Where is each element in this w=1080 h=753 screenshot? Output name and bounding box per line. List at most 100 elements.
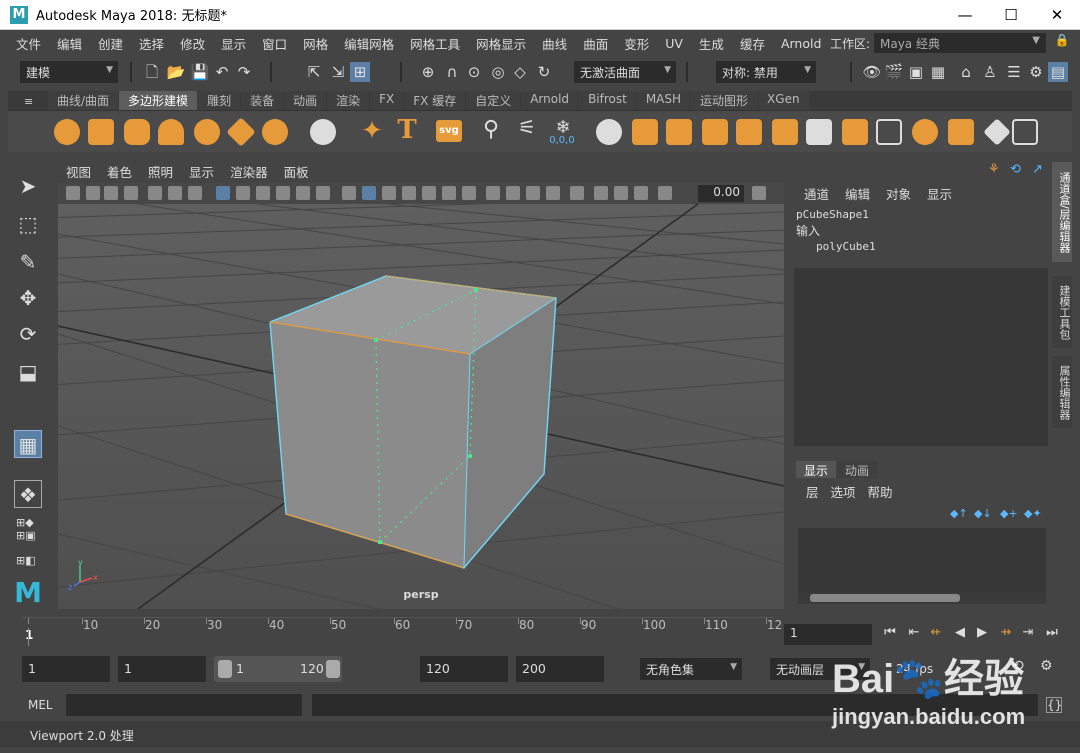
multi-cut-icon[interactable] [806,119,832,145]
target-weld-icon[interactable] [842,119,868,145]
layer-menu-options[interactable]: 选项 [825,482,862,500]
save-scene-icon[interactable]: 💾 [190,62,210,82]
new-scene-icon[interactable]: 🗋 [142,62,162,82]
close-button[interactable]: ✕ [1034,0,1080,30]
menu-modify[interactable]: 修改 [172,34,213,53]
gate-mask-icon[interactable] [256,186,270,200]
2d-pan-zoom-icon[interactable] [148,186,162,200]
current-frame-field[interactable]: 1 [784,624,872,645]
time-slider[interactable]: 1 10 20 30 40 50 60 70 80 90 100 110 12 [22,617,782,646]
shadows-icon[interactable] [462,186,476,200]
menu-cache[interactable]: 缓存 [732,34,773,53]
resolution-gate-icon[interactable] [236,186,250,200]
svg-tool-icon[interactable]: svg [436,120,462,142]
animation-end-field[interactable]: 200 [516,656,604,682]
undo-icon[interactable]: ↶ [212,62,232,82]
uv-editor-icon[interactable] [1012,119,1038,145]
grid-icon[interactable] [188,186,202,200]
animation-start-field[interactable]: 1 [22,656,110,682]
bridge-icon[interactable] [632,119,658,145]
gamma-icon[interactable] [752,186,766,200]
textured-icon[interactable] [422,186,436,200]
camera-attributes-icon[interactable] [86,186,100,200]
grease-pencil-icon[interactable] [168,186,182,200]
select-hierarchy-icon[interactable]: ⇱ [304,62,324,82]
shelf-tab-xgen[interactable]: XGen [758,91,809,110]
layer-tab-display[interactable]: 显示 [796,461,837,478]
image-plane-icon[interactable] [124,186,138,200]
viewport-menu-panels[interactable]: 面板 [276,162,317,181]
float-panel-icon[interactable]: ↗ [1032,162,1048,178]
snap-surface-icon[interactable]: ◇ [510,62,530,82]
range-slider[interactable]: 1 120 [214,656,342,682]
new-layer-icon[interactable]: ◆+ [1000,507,1018,521]
menu-edit[interactable]: 编辑 [49,34,90,53]
live-surface-field[interactable]: 无激活曲面 [574,61,676,83]
separate-icon[interactable]: ⚟ [512,115,542,143]
layout-preset-2-icon[interactable]: ⊞◧ [16,554,42,574]
rotate-tool-icon[interactable]: ⟳ [14,320,42,348]
menu-mesh-tools[interactable]: 网格工具 [402,34,468,53]
shelf-tab-fx-cache[interactable]: FX 缓存 [404,91,466,110]
new-layer-selected-icon[interactable]: ◆✦ [1024,507,1042,521]
layer-tab-anim[interactable]: 动画 [837,461,878,478]
tool-settings-icon[interactable]: ⚙ [1026,62,1046,82]
shelf-tab-rigging[interactable]: 装备 [241,91,284,110]
lasso-tool-icon[interactable]: ⬚ [14,210,42,238]
text-tool-icon[interactable]: T [394,115,420,145]
shelf-tab-mash[interactable]: MASH [636,91,691,110]
command-language-label[interactable]: MEL [20,694,60,716]
four-view-layout-icon[interactable]: ▦ [14,430,42,458]
shelf-tab-bifrost[interactable]: Bifrost [579,91,636,110]
isolate-select-icon[interactable] [570,186,584,200]
redo-icon[interactable]: ↷ [234,62,254,82]
shelf-menu-icon[interactable]: ≡ [24,95,36,108]
minimize-button[interactable]: — [942,0,988,30]
shelf-tab-curves[interactable]: 曲线/曲面 [48,91,119,110]
single-view-layout-icon[interactable]: ❖ [14,480,42,508]
platonic-solid-icon[interactable] [310,119,336,145]
shelf-tab-sculpt[interactable]: 雕刻 [198,91,241,110]
poly-cylinder-icon[interactable] [124,119,150,145]
character-set-dropdown[interactable]: 无角色集 [640,658,742,680]
step-back-key-icon[interactable]: ⇷ [926,624,946,642]
modeling-toolkit-icon[interactable]: ⌂ [956,62,976,82]
viewport-scene[interactable]: y x z [58,204,784,609]
menu-edit-mesh[interactable]: 编辑网格 [336,34,402,53]
exposure-value-field[interactable]: 0.00 [698,185,744,202]
layout-preset-icon[interactable]: ⊞◆ ⊞▣ [16,516,42,544]
render-frame-icon[interactable]: 🎬 [884,62,904,82]
play-forwards-icon[interactable]: ▶ [972,624,992,642]
menu-set-dropdown[interactable]: 建模 [20,61,118,83]
insert-edge-loop-icon[interactable] [772,119,798,145]
poly-torus-icon[interactable] [194,119,220,145]
viewport-menu-lighting[interactable]: 照明 [140,162,181,181]
shelf-tab-motion-graphics[interactable]: 运动图形 [691,91,758,110]
menu-select[interactable]: 选择 [131,34,172,53]
channel-box-toggle-icon[interactable]: ⚘ [988,162,1004,178]
workspace-dropdown[interactable]: Maya 经典 [874,33,1046,53]
combine-icon[interactable]: ⚲ [478,117,504,145]
symmetry-dropdown[interactable]: 对称: 禁用 [716,61,816,83]
scale-tool-icon[interactable]: ⬓ [14,358,42,386]
snap-view-icon[interactable]: ◎ [488,62,508,82]
viewport-menu-show[interactable]: 显示 [181,162,222,181]
extrude-icon[interactable] [596,119,622,145]
render-settings-icon[interactable]: ▦ [928,62,948,82]
cb-menu-channels[interactable]: 通道 [796,184,837,204]
side-tab-channel-box[interactable]: 通道盒/层编辑器 [1052,162,1072,262]
shelf-tab-poly[interactable]: 多边形建模 [119,91,198,110]
cb-menu-edit[interactable]: 编辑 [837,184,878,204]
motion-blur-icon[interactable] [506,186,520,200]
snap-curve-icon[interactable]: ∩ [442,62,462,82]
default-material-icon[interactable] [382,186,396,200]
xray-icon[interactable] [594,186,608,200]
poly-plane-icon[interactable] [226,117,256,147]
exposure-icon[interactable] [658,186,672,200]
viewport-menu-shading[interactable]: 着色 [99,162,140,181]
open-scene-icon[interactable]: 📂 [166,62,186,82]
poly-cone-icon[interactable] [158,119,184,145]
lock-icon[interactable]: 🔒 [1052,33,1072,53]
append-polygon-icon[interactable] [702,119,728,145]
render-view-icon[interactable]: 👁 [862,62,882,82]
